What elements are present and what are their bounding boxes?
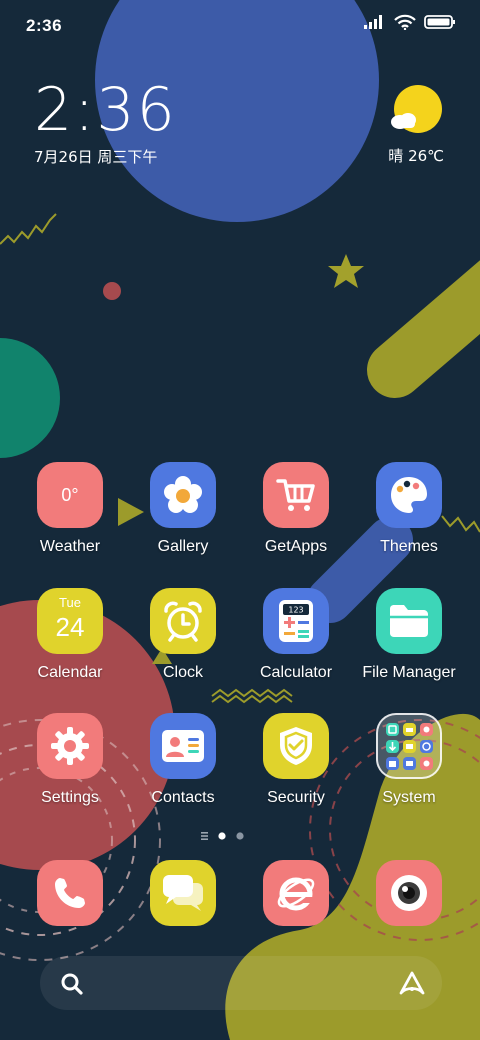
- search-bar[interactable]: [40, 956, 442, 1010]
- palette-icon: [376, 462, 442, 528]
- calculator-icon: 123: [263, 588, 329, 654]
- app-label: Clock: [162, 664, 203, 681]
- dock-camera[interactable]: [376, 860, 442, 926]
- weather-icon: 0°: [37, 462, 103, 528]
- app-label: GetApps: [264, 538, 328, 555]
- app-label: Themes: [380, 538, 438, 555]
- app-system-folder[interactable]: System: [353, 713, 465, 823]
- status-time: 2:36: [26, 16, 63, 35]
- assistant-a-icon[interactable]: [398, 970, 426, 996]
- app-gallery[interactable]: Gallery: [127, 462, 239, 572]
- shield-icon: [263, 713, 329, 779]
- olive-capsule-shape: [367, 260, 480, 398]
- calendar-icon: Tue 24: [37, 588, 103, 654]
- page-dot: [236, 832, 244, 840]
- app-label: System: [382, 789, 436, 806]
- feed-page-icon: [201, 832, 208, 840]
- dock-browser[interactable]: [263, 860, 329, 926]
- app-label: Contacts: [151, 789, 215, 806]
- app-calculator[interactable]: 123 Calculator: [240, 588, 352, 698]
- app-label: File Manager: [362, 664, 456, 681]
- folder-icon: [376, 588, 442, 654]
- app-clock[interactable]: Clock: [127, 588, 239, 698]
- app-label: Calendar: [37, 664, 103, 681]
- browser-e-icon: [277, 877, 315, 911]
- app-file-manager[interactable]: File Manager: [353, 588, 465, 698]
- flower-icon: [150, 462, 216, 528]
- page-indicator[interactable]: [0, 829, 480, 841]
- app-settings[interactable]: Settings: [14, 713, 126, 823]
- app-weather[interactable]: 0° Weather: [14, 462, 126, 572]
- app-label: Gallery: [157, 538, 209, 555]
- app-label: Calculator: [259, 664, 333, 681]
- app-contacts[interactable]: Contacts: [127, 713, 239, 823]
- folder-grid-icon: [376, 713, 442, 779]
- phone-icon: [55, 878, 85, 908]
- wifi-icon: [394, 14, 416, 30]
- camera-lens-icon: [391, 875, 427, 911]
- green-circle-shape: [0, 338, 60, 458]
- app-themes[interactable]: Themes: [353, 462, 465, 572]
- signal-icon: [364, 15, 382, 29]
- dock-messages[interactable]: [150, 860, 216, 926]
- app-label: Security: [267, 789, 325, 806]
- svg-text:123: 123: [288, 606, 303, 615]
- page-dot-active: [218, 832, 226, 840]
- app-label: Weather: [39, 538, 101, 555]
- app-label: Settings: [41, 789, 99, 806]
- gear-icon: [37, 713, 103, 779]
- app-security[interactable]: Security: [240, 713, 352, 823]
- app-calendar[interactable]: Tue 24 Calendar: [14, 588, 126, 698]
- chat-bubble-icon: [163, 875, 203, 911]
- dock-phone[interactable]: [37, 860, 103, 926]
- widget-time: 2:36: [34, 75, 177, 145]
- app-getapps[interactable]: GetApps: [240, 462, 352, 572]
- weather-text: 晴 26℃: [388, 147, 444, 165]
- star-shape: [328, 254, 364, 288]
- shopping-cart-icon: [263, 462, 329, 528]
- search-icon[interactable]: [60, 972, 84, 996]
- sun-cloud-icon: [391, 85, 442, 133]
- widget-date: 7月26日 周三下午: [34, 148, 158, 166]
- status-bar: 2:36: [0, 0, 480, 50]
- battery-icon: [424, 15, 455, 29]
- zigzag-shape: [0, 213, 57, 245]
- alarm-clock-icon: [150, 588, 216, 654]
- clock-widget[interactable]: 2:36 7月26日 周三下午: [34, 76, 177, 167]
- contact-card-icon: [150, 713, 216, 779]
- red-dot-shape: [103, 282, 121, 300]
